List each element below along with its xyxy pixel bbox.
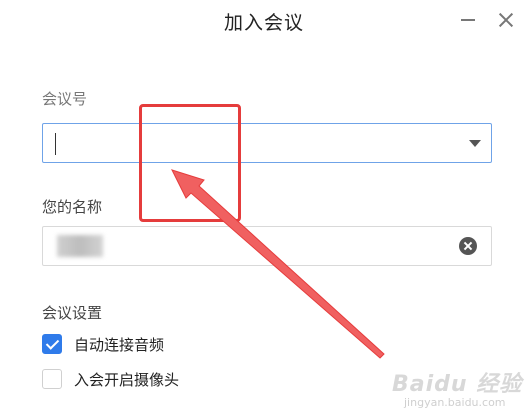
watermark-sub: jingyan.baidu.com xyxy=(404,396,506,409)
baidu-watermark: Baidu 经验 jingyan.baidu.com xyxy=(392,366,524,412)
watermark-text: Baidu 经验 xyxy=(392,372,523,397)
annotation-arrow-icon xyxy=(171,169,385,359)
